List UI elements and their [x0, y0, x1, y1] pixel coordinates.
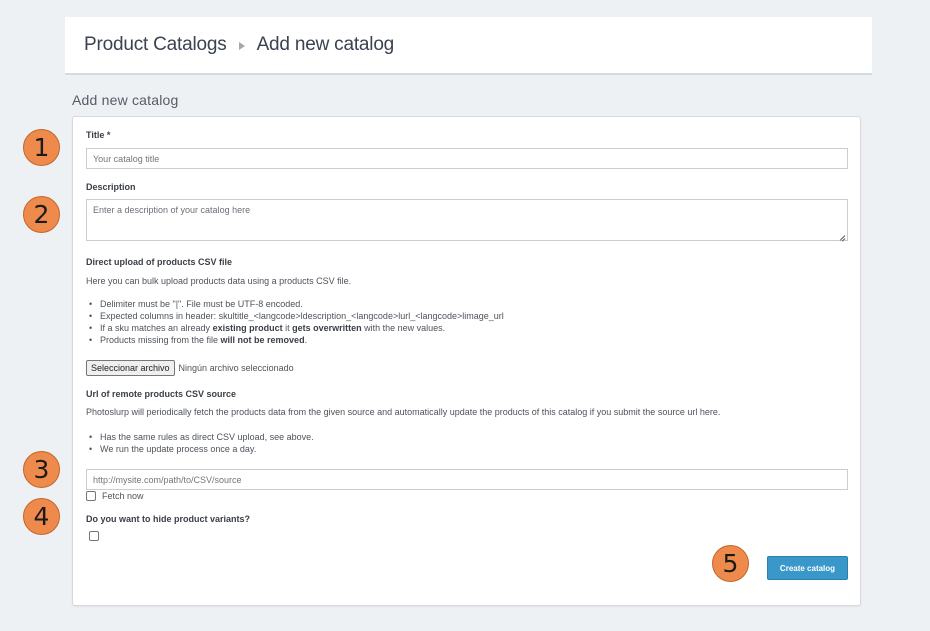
title-label: Title * [86, 130, 111, 140]
list-item: Products missing from the file will not … [86, 334, 504, 346]
remote-url-input[interactable] [86, 469, 848, 490]
breadcrumb-current: Add new catalog [256, 34, 395, 55]
remote-source-rules: Has the same rules as direct CSV upload,… [86, 431, 314, 455]
direct-upload-intro: Here you can bulk upload products data u… [86, 276, 352, 286]
step-marker-3: 3 [23, 451, 60, 488]
section-title: Add new catalog [72, 92, 179, 108]
file-upload-row: Seleccionar archivo Ningún archivo selec… [86, 360, 294, 376]
page-header: Product Catalogs Add new catalog [65, 17, 872, 75]
file-status-text: Ningún archivo seleccionado [178, 363, 294, 373]
description-label: Description [86, 182, 136, 192]
list-item: Delimiter must be "|". File must be UTF-… [86, 298, 504, 310]
title-input[interactable] [86, 148, 848, 169]
step-marker-4: 4 [23, 498, 60, 535]
hide-variants-checkbox[interactable] [89, 531, 99, 541]
remote-source-intro: Photoslurp will periodically fetch the p… [86, 407, 721, 417]
step-marker-2: 2 [23, 196, 60, 233]
fetch-now-checkbox[interactable] [86, 491, 96, 501]
fetch-now-label[interactable]: Fetch now [102, 491, 144, 501]
list-item: Expected columns in header: skultitle_<l… [86, 310, 504, 322]
hide-variants-label: Do you want to hide product variants? [86, 514, 251, 524]
direct-upload-heading: Direct upload of products CSV file [86, 257, 233, 267]
breadcrumb-separator-icon [238, 42, 245, 50]
list-item: Has the same rules as direct CSV upload,… [86, 431, 314, 443]
direct-upload-rules: Delimiter must be "|". File must be UTF-… [86, 298, 504, 346]
remote-source-heading: Url of remote products CSV source [86, 389, 237, 399]
create-catalog-button[interactable]: Create catalog [767, 556, 848, 580]
step-marker-5: 5 [712, 545, 749, 582]
list-item: If a sku matches an already existing pro… [86, 322, 504, 334]
list-item: We run the update process once a day. [86, 443, 314, 455]
catalog-form-card: Title * Description Enter a description … [72, 116, 861, 606]
choose-file-button[interactable]: Seleccionar archivo [86, 360, 175, 376]
description-placeholder: Enter a description of your catalog here [93, 205, 251, 215]
step-marker-1: 1 [23, 129, 60, 166]
breadcrumb-product-catalogs[interactable]: Product Catalogs [84, 34, 227, 56]
description-textarea[interactable]: Enter a description of your catalog here [86, 199, 848, 241]
resize-handle-icon[interactable] [838, 231, 846, 239]
